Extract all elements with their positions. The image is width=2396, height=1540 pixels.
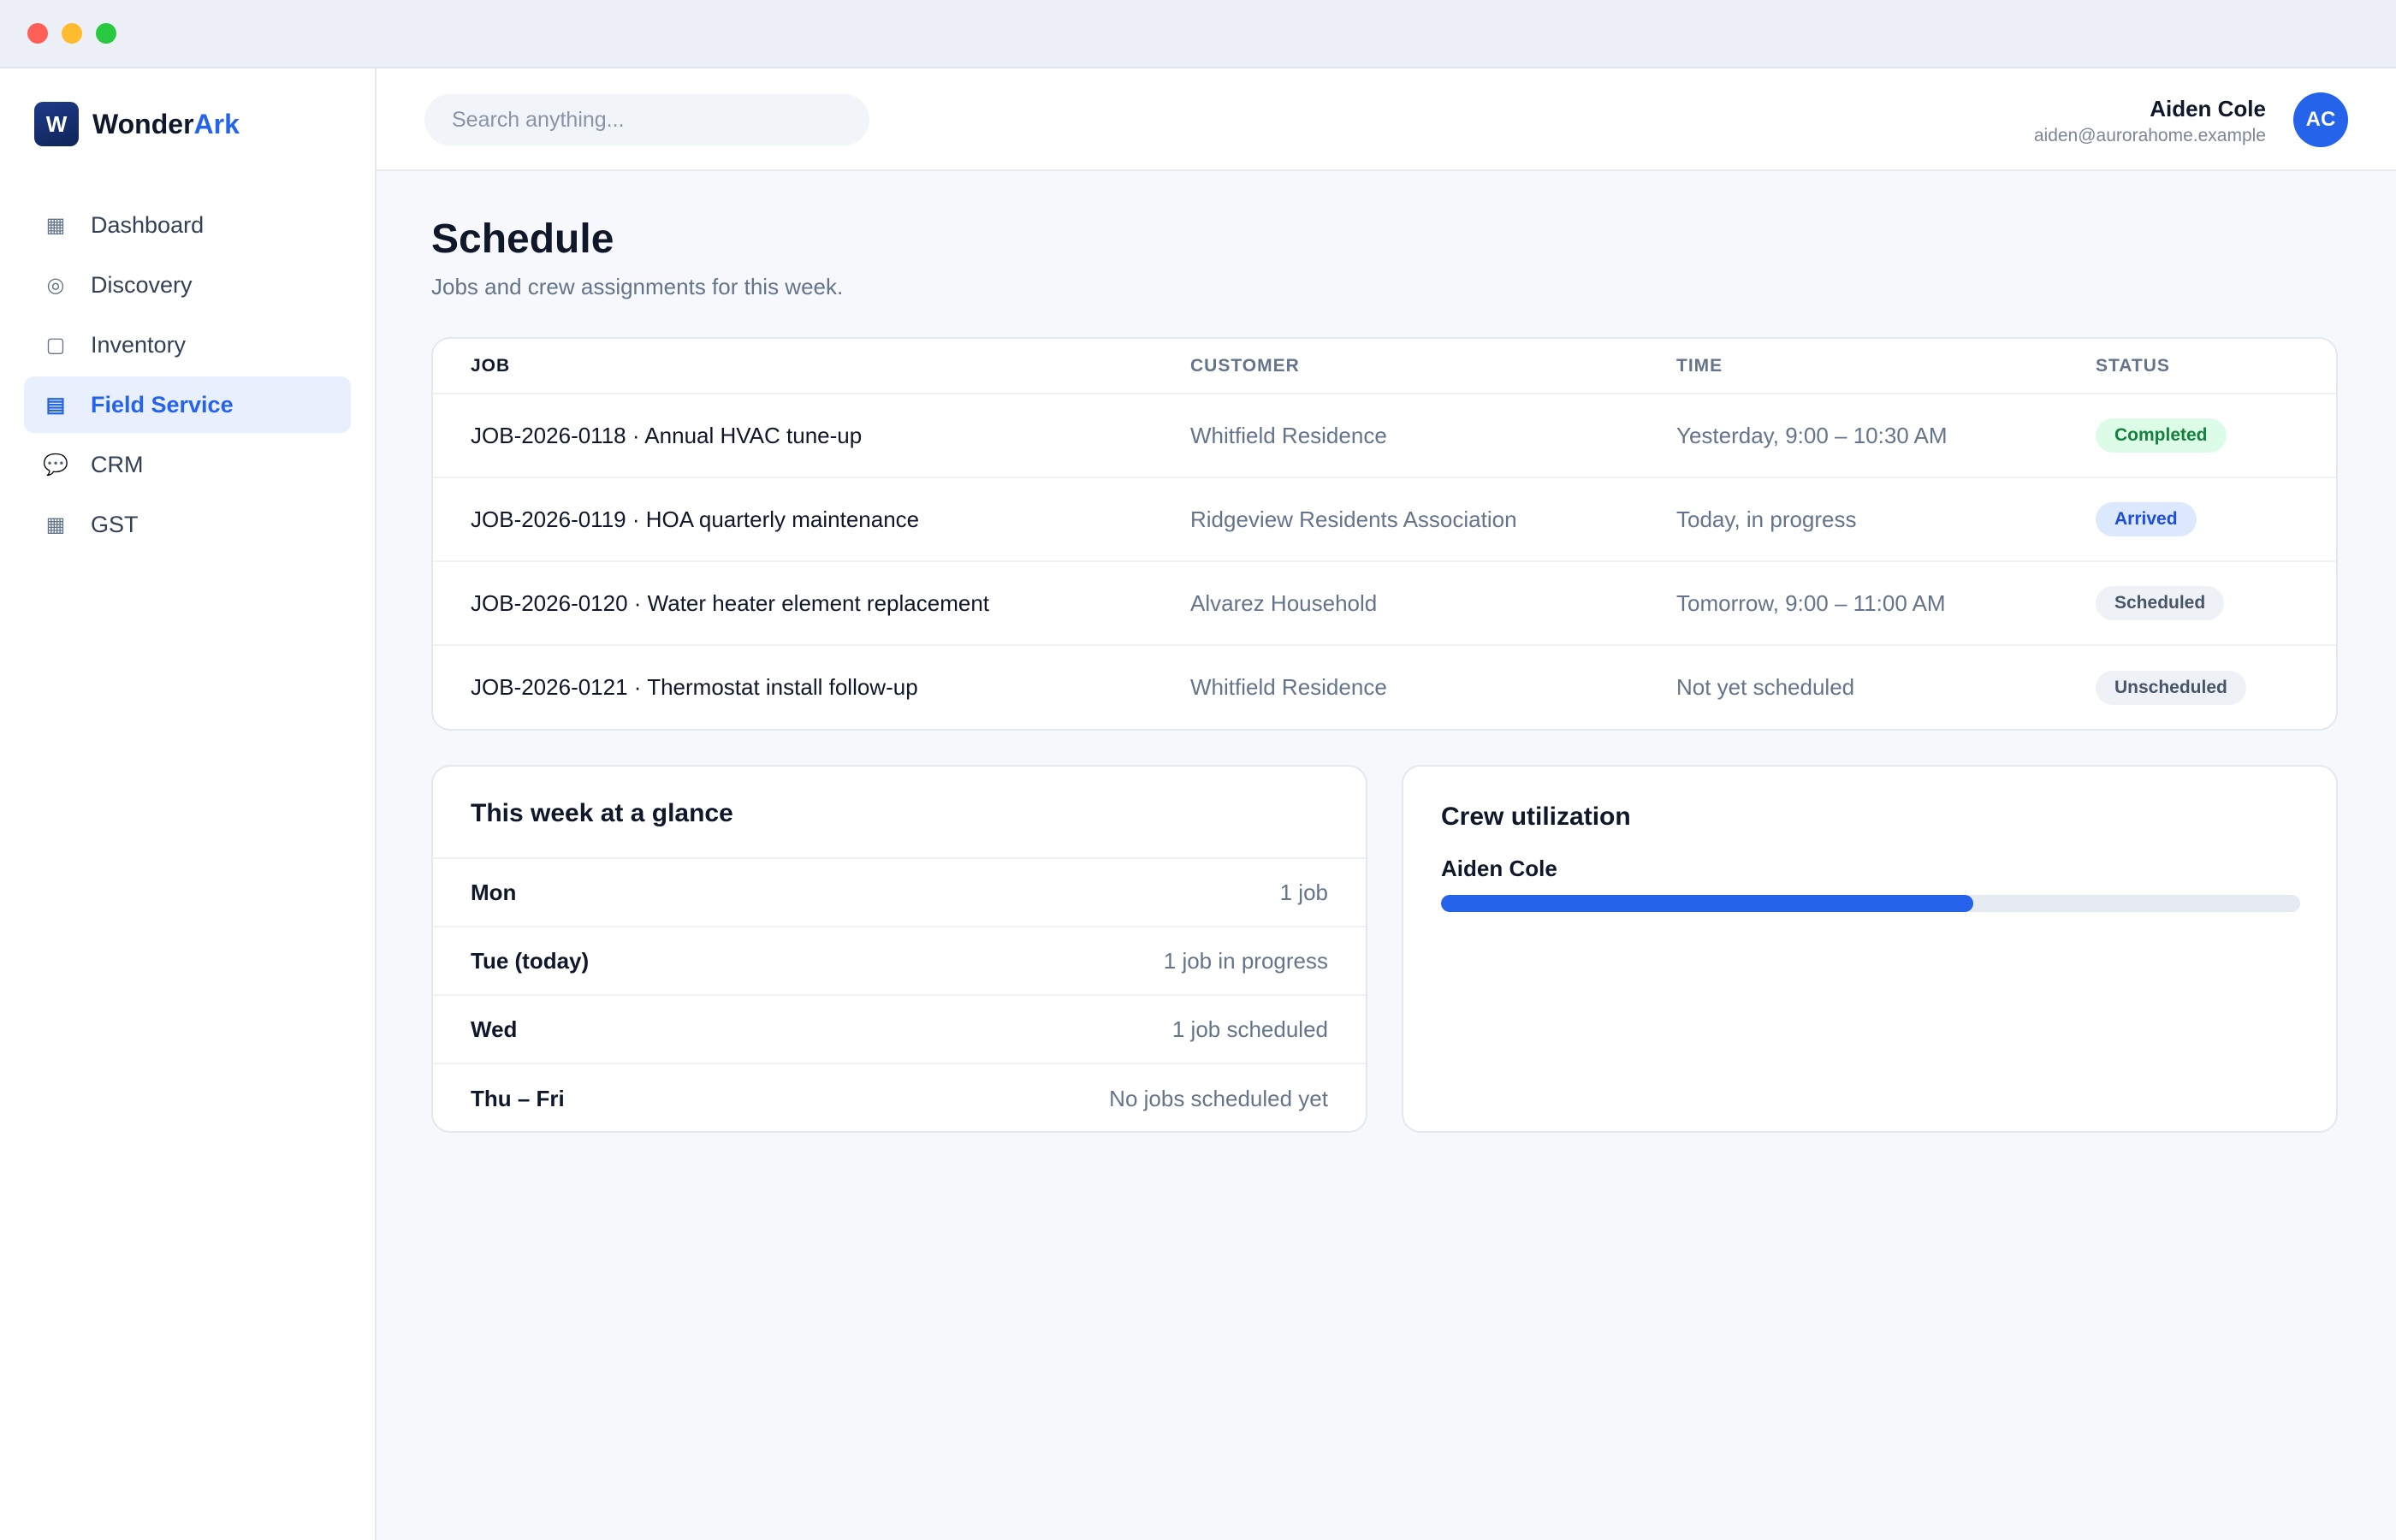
sidebar: W WonderArk ▦ Dashboard ◎ Discovery ▢ Invento… xyxy=(0,68,377,1540)
glance-value: 1 job scheduled xyxy=(1171,1016,1328,1042)
week-glance-list: Mon 1 job Tue (today) 1 job in progress Wed 1… xyxy=(433,857,1366,1131)
sidebar-item-dashboard[interactable]: ▦ Dashboard xyxy=(24,197,351,253)
sidebar-item-label: GST xyxy=(91,511,139,537)
glance-day: Wed xyxy=(471,1016,518,1042)
jobs-table: JOB CUSTOMER TIME STATUS JOB-2026-0118 ·… xyxy=(433,339,2336,729)
status-cell: Arrived xyxy=(2096,477,2336,562)
jobs-table-body: JOB-2026-0118 · Annual HVAC tune-up Whitf… xyxy=(433,394,2336,729)
dashboard-icon: ▦ xyxy=(45,213,66,237)
time-cell: Not yet scheduled xyxy=(1676,674,1855,700)
top-header: Aiden Cole aiden@aurorahome.example AC xyxy=(377,68,2396,171)
glance-value: 1 job in progress xyxy=(1163,947,1328,974)
glance-value: 1 job xyxy=(1279,879,1328,905)
sidebar-item-discovery[interactable]: ◎ Discovery xyxy=(24,257,351,313)
field-service-icon: ▤ xyxy=(45,393,66,417)
brand-logo: W xyxy=(34,102,79,146)
user-email: aiden@aurorahome.example xyxy=(2033,126,2266,145)
crm-icon: 💬 xyxy=(43,453,68,477)
gst-icon: ▦ xyxy=(45,512,66,536)
user-info[interactable]: Aiden Cole aiden@aurorahome.example xyxy=(2034,96,2266,146)
glance-day: Mon xyxy=(471,879,517,905)
jobs-table-card: JOB CUSTOMER TIME STATUS JOB-2026-0118 ·… xyxy=(431,337,2338,731)
week-glance-card: This week at a glance Mon 1 job Tue (today… xyxy=(431,765,1367,1133)
status-badge: Completed xyxy=(2096,418,2227,453)
avatar[interactable]: AC xyxy=(2293,92,2348,147)
status-cell: Unscheduled xyxy=(2096,645,2336,729)
list-item: Wed 1 job scheduled xyxy=(433,996,1366,1064)
customer-cell: Whitfield Residence xyxy=(1190,394,1676,478)
table-row[interactable]: JOB-2026-0121 · Thermostat install follo… xyxy=(433,645,2336,729)
brand-name-part2: Ark xyxy=(193,108,240,139)
page-subtitle: Jobs and crew assignments for this week. xyxy=(431,274,844,299)
status-badge: Unscheduled xyxy=(2096,670,2246,705)
customer-cell: Ridgeview Residents Association xyxy=(1190,477,1676,562)
brand[interactable]: W WonderArk xyxy=(34,101,240,147)
discovery-icon: ◎ xyxy=(46,273,65,297)
user-name: Aiden Cole xyxy=(2150,96,2266,121)
time-cell: Today, in progress xyxy=(1676,477,2096,562)
glance-day: Tue (today) xyxy=(471,947,590,974)
job-cell: JOB-2026-0121 · Thermostat install follo… xyxy=(471,674,918,700)
job-cell: JOB-2026-0119 · HOA quarterly maintenanc… xyxy=(433,477,1190,562)
maximize-window-button[interactable] xyxy=(96,23,116,44)
list-item: Mon 1 job xyxy=(433,859,1366,927)
crew-member-name: Aiden Cole xyxy=(1441,856,1557,881)
table-row[interactable]: JOB-2026-0118 · Annual HVAC tune-up Whitf… xyxy=(433,394,2336,478)
page-title: Schedule xyxy=(431,216,614,262)
sidebar-item-label: Field Service xyxy=(91,391,234,418)
close-window-button[interactable] xyxy=(27,23,48,44)
sidebar-item-label: Dashboard xyxy=(91,211,205,238)
status-badge: Scheduled xyxy=(2096,586,2225,620)
column-header-customer[interactable]: CUSTOMER xyxy=(1190,339,1676,394)
status-cell: Scheduled xyxy=(2096,561,2336,646)
utilization-bar-track xyxy=(1441,895,2300,912)
customer-cell: Whitfield Residence xyxy=(1190,674,1387,700)
window-titlebar xyxy=(0,0,2396,68)
brand-name: WonderArk xyxy=(92,109,240,140)
search-input[interactable] xyxy=(424,94,869,145)
table-row[interactable]: JOB-2026-0120 · Water heater element rep… xyxy=(433,561,2336,646)
inventory-icon: ▢ xyxy=(45,333,66,357)
sidebar-item-crm[interactable]: 💬 CRM xyxy=(24,436,351,493)
utilization-bar-fill xyxy=(1441,895,1974,912)
column-header-job[interactable]: JOB xyxy=(433,339,1190,394)
status-badge: Arrived xyxy=(2096,502,2197,536)
column-header-status[interactable]: STATUS xyxy=(2096,339,2336,394)
minimize-window-button[interactable] xyxy=(62,23,82,44)
glance-value: No jobs scheduled yet xyxy=(1109,1085,1328,1111)
status-cell: Completed xyxy=(2096,394,2336,478)
glance-day: Thu – Fri xyxy=(471,1085,565,1111)
sidebar-item-label: CRM xyxy=(91,451,144,477)
main-content: Schedule Jobs and crew assignments for t… xyxy=(377,171,2396,1540)
time-cell: Yesterday, 9:00 – 10:30 AM xyxy=(1676,394,2096,478)
sidebar-item-gst[interactable]: ▦ GST xyxy=(24,496,351,553)
sidebar-item-field-service[interactable]: ▤ Field Service xyxy=(24,376,351,433)
list-item: Tue (today) 1 job in progress xyxy=(433,927,1366,996)
list-item: Thu – Fri No jobs scheduled yet xyxy=(433,1064,1366,1131)
table-header-row: JOB CUSTOMER TIME STATUS xyxy=(433,339,2336,394)
table-row[interactable]: JOB-2026-0119 · HOA quarterly maintenanc… xyxy=(433,477,2336,562)
column-header-time[interactable]: TIME xyxy=(1676,339,2096,394)
sidebar-item-inventory[interactable]: ▢ Inventory xyxy=(24,317,351,373)
sidebar-item-label: Discovery xyxy=(91,271,193,298)
sidebar-item-label: Inventory xyxy=(91,331,187,358)
week-glance-title: This week at a glance xyxy=(471,799,733,827)
job-cell: JOB-2026-0120 · Water heater element rep… xyxy=(433,561,1190,646)
job-cell: JOB-2026-0118 · Annual HVAC tune-up xyxy=(433,394,1190,478)
crew-utilization-title: Crew utilization xyxy=(1441,803,1631,831)
customer-cell: Alvarez Household xyxy=(1190,561,1676,646)
time-cell: Tomorrow, 9:00 – 11:00 AM xyxy=(1676,561,2096,646)
brand-name-part1: Wonder xyxy=(92,108,194,139)
crew-utilization-card: Crew utilization Aiden Cole xyxy=(1402,765,2338,1133)
sidebar-nav: ▦ Dashboard ◎ Discovery ▢ Inventory ▤ Field Ser… xyxy=(24,197,351,556)
